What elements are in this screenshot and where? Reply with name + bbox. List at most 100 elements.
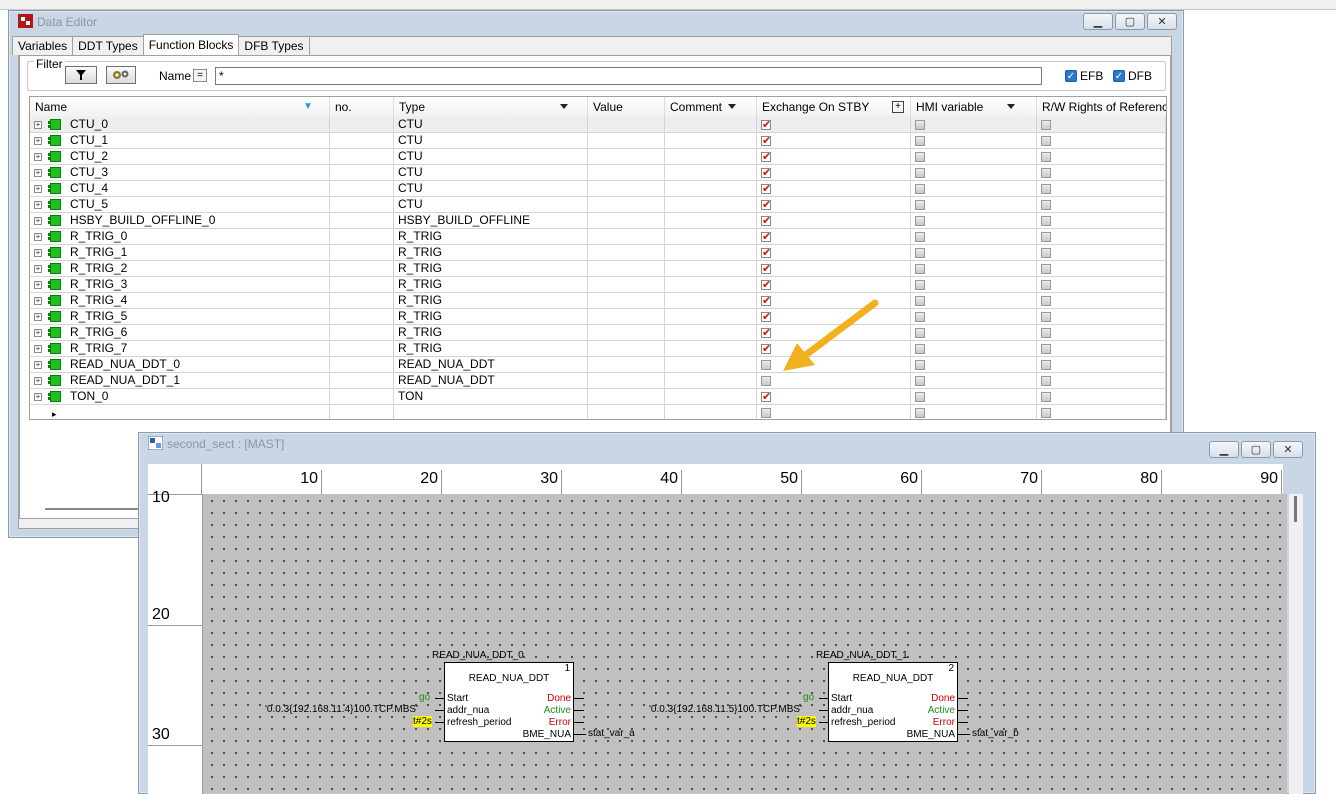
cell-type[interactable]: R_TRIG bbox=[394, 245, 588, 261]
unchecked-checkbox-icon[interactable] bbox=[915, 168, 925, 178]
minimize-button[interactable]: ▁ bbox=[1083, 13, 1113, 30]
checked-checkbox-icon[interactable] bbox=[761, 342, 771, 357]
section-minimize-button[interactable]: ▁ bbox=[1209, 441, 1239, 458]
checked-checkbox-icon[interactable] bbox=[761, 390, 771, 405]
name-filter-input[interactable]: * bbox=[215, 67, 1042, 85]
unchecked-checkbox-icon[interactable] bbox=[915, 344, 925, 354]
unchecked-checkbox-icon[interactable] bbox=[1041, 232, 1051, 242]
cell-hmi[interactable] bbox=[911, 165, 1037, 181]
cell-no[interactable] bbox=[330, 149, 394, 165]
dfb-checkbox[interactable]: ✓ DFB bbox=[1113, 69, 1152, 83]
cell-comment[interactable] bbox=[665, 405, 757, 419]
cell-value[interactable] bbox=[588, 229, 665, 245]
cell-no[interactable] bbox=[330, 229, 394, 245]
col-header-comment[interactable]: Comment bbox=[665, 97, 757, 117]
col-header-name[interactable]: Name ▼ bbox=[30, 97, 330, 117]
cell-comment[interactable] bbox=[665, 213, 757, 229]
cell-name[interactable]: + CTU_4 bbox=[30, 181, 330, 197]
cell-rw-rights[interactable] bbox=[1037, 213, 1166, 229]
cell-hmi[interactable] bbox=[911, 341, 1037, 357]
cell-exchange-stby[interactable] bbox=[757, 117, 911, 133]
input-go-variable[interactable]: go bbox=[803, 692, 814, 703]
cell-exchange-stby[interactable] bbox=[757, 277, 911, 293]
cell-no[interactable] bbox=[330, 181, 394, 197]
cell-exchange-stby[interactable] bbox=[757, 229, 911, 245]
cell-rw-rights[interactable] bbox=[1037, 181, 1166, 197]
cell-exchange-stby[interactable] bbox=[757, 261, 911, 277]
unchecked-checkbox-icon[interactable] bbox=[1041, 184, 1051, 194]
unchecked-checkbox-icon[interactable] bbox=[761, 360, 771, 370]
expand-icon[interactable]: + bbox=[34, 249, 42, 257]
cell-type[interactable]: R_TRIG bbox=[394, 341, 588, 357]
table-row[interactable]: + R_TRIG_0 R_TRIG bbox=[30, 229, 1166, 245]
expand-icon[interactable]: + bbox=[34, 345, 42, 353]
checked-checkbox-icon[interactable] bbox=[761, 294, 771, 309]
unchecked-checkbox-icon[interactable] bbox=[915, 136, 925, 146]
fb-instance-name[interactable]: READ_NUA_DDT_0 bbox=[432, 650, 524, 661]
function-block-read-nua-0[interactable]: 1 READ_NUA_DDT Start addr_nua refresh_pe… bbox=[444, 662, 574, 742]
unchecked-checkbox-icon[interactable] bbox=[1041, 328, 1051, 338]
unchecked-checkbox-icon[interactable] bbox=[915, 280, 925, 290]
unchecked-checkbox-icon[interactable] bbox=[1041, 136, 1051, 146]
cell-value[interactable] bbox=[588, 277, 665, 293]
cell-name[interactable]: + READ_NUA_DDT_1 bbox=[30, 373, 330, 389]
cell-rw-rights[interactable] bbox=[1037, 133, 1166, 149]
cell-no[interactable] bbox=[330, 357, 394, 373]
cell-exchange-stby[interactable] bbox=[757, 149, 911, 165]
table-row[interactable]: + CTU_2 CTU bbox=[30, 149, 1166, 165]
checked-checkbox-icon[interactable] bbox=[761, 150, 771, 165]
cell-hmi[interactable] bbox=[911, 373, 1037, 389]
cell-exchange-stby[interactable] bbox=[757, 165, 911, 181]
section-vertical-scrollbar[interactable] bbox=[1289, 494, 1303, 794]
unchecked-checkbox-icon[interactable] bbox=[915, 120, 925, 130]
table-row[interactable]: + R_TRIG_1 R_TRIG bbox=[30, 245, 1166, 261]
cell-exchange-stby[interactable] bbox=[757, 133, 911, 149]
cell-rw-rights[interactable] bbox=[1037, 197, 1166, 213]
expand-icon[interactable]: + bbox=[34, 201, 42, 209]
cell-type[interactable]: R_TRIG bbox=[394, 309, 588, 325]
cell-name[interactable]: + R_TRIG_6 bbox=[30, 325, 330, 341]
cell-name[interactable]: + R_TRIG_0 bbox=[30, 229, 330, 245]
cell-comment[interactable] bbox=[665, 197, 757, 213]
cell-name[interactable]: + R_TRIG_3 bbox=[30, 277, 330, 293]
table-row[interactable]: + R_TRIG_2 R_TRIG bbox=[30, 261, 1166, 277]
table-row[interactable]: + R_TRIG_5 R_TRIG bbox=[30, 309, 1166, 325]
cell-type[interactable]: CTU bbox=[394, 149, 588, 165]
cell-comment[interactable] bbox=[665, 309, 757, 325]
cell-name[interactable]: + HSBY_BUILD_OFFLINE_0 bbox=[30, 213, 330, 229]
checked-checkbox-icon[interactable] bbox=[761, 310, 771, 325]
cell-rw-rights[interactable] bbox=[1037, 261, 1166, 277]
expand-icon[interactable]: + bbox=[34, 169, 42, 177]
expand-icon[interactable]: + bbox=[34, 217, 42, 225]
checked-checkbox-icon[interactable] bbox=[761, 262, 771, 277]
cell-no[interactable] bbox=[330, 165, 394, 181]
unchecked-checkbox-icon[interactable] bbox=[761, 376, 771, 386]
cell-no[interactable] bbox=[330, 389, 394, 405]
maximize-button[interactable]: ▢ bbox=[1115, 13, 1145, 30]
input-period-literal[interactable]: t#2s bbox=[413, 716, 432, 727]
cell-exchange-stby[interactable] bbox=[757, 405, 911, 419]
unchecked-checkbox-icon[interactable] bbox=[915, 264, 925, 274]
cell-value[interactable] bbox=[588, 325, 665, 341]
cell-value[interactable] bbox=[588, 181, 665, 197]
cell-hmi[interactable] bbox=[911, 245, 1037, 261]
cell-comment[interactable] bbox=[665, 325, 757, 341]
table-row[interactable]: + CTU_5 CTU bbox=[30, 197, 1166, 213]
cell-value[interactable] bbox=[588, 149, 665, 165]
checked-checkbox-icon[interactable] bbox=[761, 166, 771, 181]
expand-icon[interactable]: + bbox=[34, 297, 42, 305]
col-header-exchange-stby[interactable]: Exchange On STBY + bbox=[757, 97, 911, 117]
unchecked-checkbox-icon[interactable] bbox=[1041, 248, 1051, 258]
cell-hmi[interactable] bbox=[911, 197, 1037, 213]
cell-name[interactable]: + CTU_5 bbox=[30, 197, 330, 213]
cell-hmi[interactable] bbox=[911, 309, 1037, 325]
cell-comment[interactable] bbox=[665, 261, 757, 277]
cell-value[interactable] bbox=[588, 197, 665, 213]
cell-rw-rights[interactable] bbox=[1037, 309, 1166, 325]
cell-type[interactable]: CTU bbox=[394, 117, 588, 133]
cell-value[interactable] bbox=[588, 213, 665, 229]
efb-checkbox[interactable]: ✓ EFB bbox=[1065, 69, 1103, 83]
data-editor-titlebar[interactable]: Data Editor ▁ ▢ ✕ bbox=[9, 11, 1183, 33]
cell-type[interactable] bbox=[394, 405, 588, 419]
tab-dfb-types[interactable]: DFB Types bbox=[238, 36, 310, 55]
